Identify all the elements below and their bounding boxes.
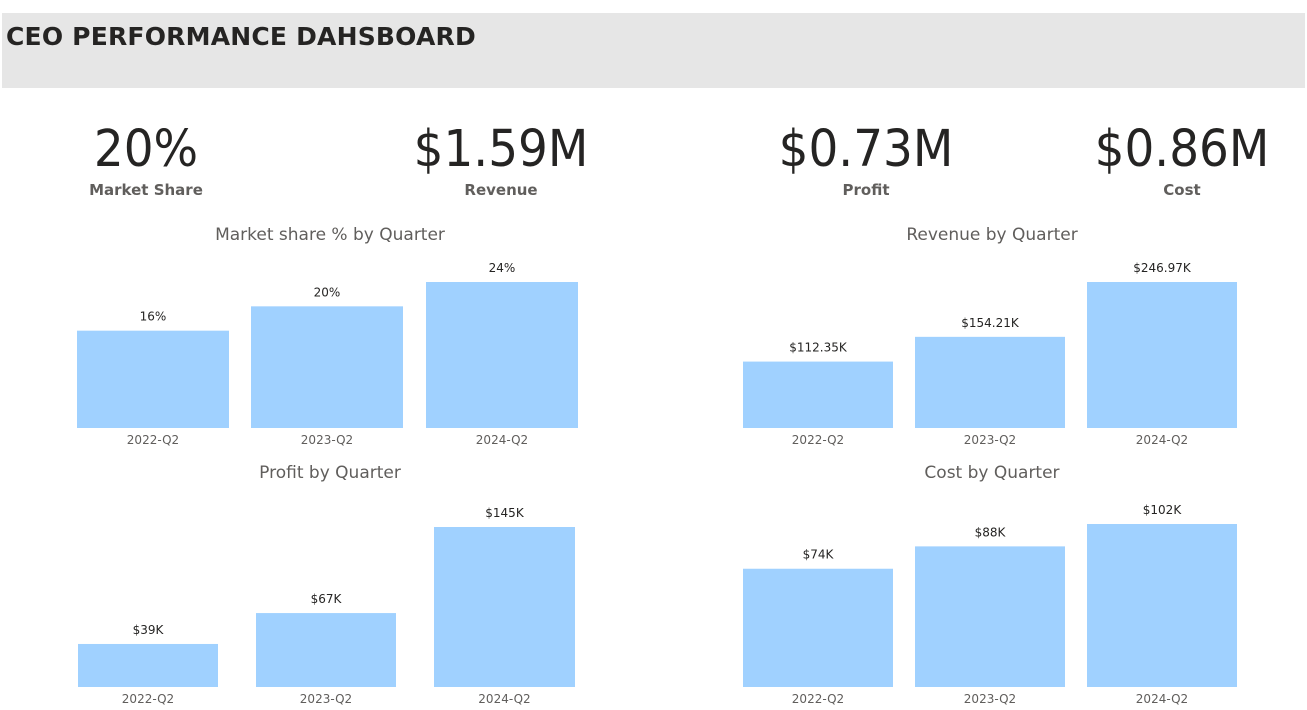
x-tick-label: 2024-Q2 — [1136, 433, 1188, 447]
cost-chart[interactable]: Cost by Quarter $74K 2022-Q2 $88K 2023-Q2 $10… — [660, 458, 1307, 710]
data-label: $67K — [311, 592, 343, 606]
x-tick-label: 2022-Q2 — [792, 692, 844, 706]
x-tick-label: 2023-Q2 — [300, 692, 352, 706]
kpi-value: 20% — [93, 120, 199, 179]
x-tick-label: 2024-Q2 — [1136, 692, 1188, 706]
kpi-card-market-share[interactable]: 20% Market Share — [16, 120, 276, 200]
bar-2022-Q2[interactable] — [78, 643, 218, 687]
chart-title: Revenue by Quarter — [906, 225, 1077, 245]
kpi-label: Revenue — [464, 181, 538, 199]
data-label: $39K — [133, 623, 165, 637]
kpi-card-cost[interactable]: $0.86M Cost — [1052, 120, 1307, 200]
bar-2024-Q2[interactable] — [434, 527, 575, 687]
bar-2023-Q2[interactable] — [915, 336, 1065, 428]
bar-2022-Q2[interactable] — [743, 361, 893, 428]
x-tick-label: 2023-Q2 — [301, 433, 353, 447]
profit-chart[interactable]: Profit by Quarter $39K 2022-Q2 $67K 2023-Q2 $… — [0, 458, 660, 710]
bar-2024-Q2[interactable] — [1087, 282, 1237, 428]
kpi-label: Market Share — [89, 181, 203, 199]
x-tick-label: 2024-Q2 — [478, 692, 530, 706]
data-label: 20% — [314, 285, 341, 299]
kpi-card-profit[interactable]: $0.73M Profit — [736, 120, 996, 200]
bar-2023-Q2[interactable] — [915, 546, 1065, 687]
x-tick-label: 2022-Q2 — [122, 692, 174, 706]
data-label: $88K — [975, 525, 1007, 539]
x-tick-label: 2023-Q2 — [964, 692, 1016, 706]
chart-title: Market share % by Quarter — [215, 225, 445, 245]
data-label: $154.21K — [961, 316, 1020, 330]
kpi-card-revenue[interactable]: $1.59M Revenue — [371, 120, 631, 200]
kpi-value: $0.86M — [1094, 120, 1270, 179]
chart-title: Profit by Quarter — [259, 463, 401, 483]
kpi-value: $0.73M — [778, 120, 954, 179]
bar-2022-Q2[interactable] — [77, 330, 229, 428]
x-tick-label: 2022-Q2 — [127, 433, 179, 447]
data-label: $145K — [485, 506, 525, 520]
data-label: 24% — [489, 261, 516, 275]
data-label: $102K — [1143, 503, 1183, 517]
market-share-chart[interactable]: Market share % by Quarter 16% 2022-Q2 20% 20… — [0, 220, 660, 455]
data-label: $74K — [803, 548, 835, 562]
kpi-label: Profit — [842, 181, 890, 199]
bar-2022-Q2[interactable] — [743, 568, 893, 687]
kpi-value: $1.59M — [413, 120, 589, 179]
kpi-label: Cost — [1163, 181, 1201, 199]
bar-2023-Q2[interactable] — [256, 613, 396, 687]
chart-title: Cost by Quarter — [924, 463, 1059, 483]
revenue-chart[interactable]: Revenue by Quarter $112.35K 2022-Q2 $154.21… — [660, 220, 1307, 455]
bar-2023-Q2[interactable] — [251, 306, 403, 428]
x-tick-label: 2024-Q2 — [476, 433, 528, 447]
data-label: 16% — [140, 310, 167, 324]
data-label: $246.97K — [1133, 261, 1192, 275]
x-tick-label: 2022-Q2 — [792, 433, 844, 447]
data-label: $112.35K — [789, 341, 848, 355]
x-tick-label: 2023-Q2 — [964, 433, 1016, 447]
bar-2024-Q2[interactable] — [1087, 524, 1237, 687]
page-title: CEO PERFORMANCE DAHSBOARD — [6, 22, 476, 51]
bar-2024-Q2[interactable] — [426, 282, 578, 428]
